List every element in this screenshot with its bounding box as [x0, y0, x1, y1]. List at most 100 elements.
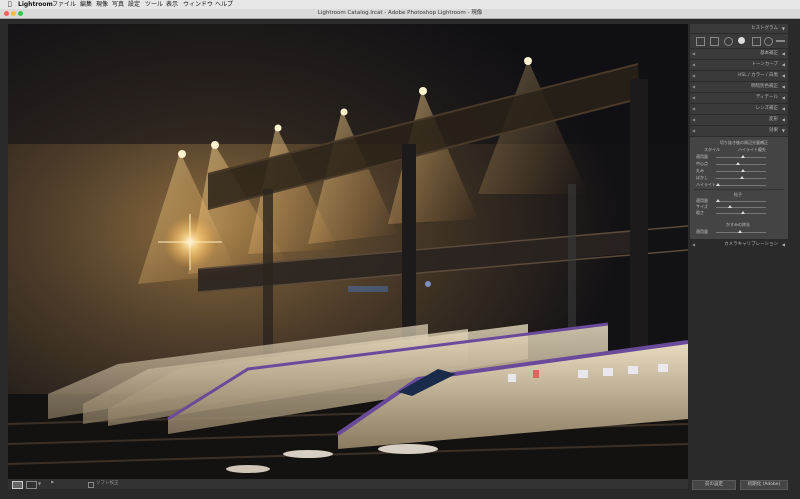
graduated-filter-icon[interactable] — [752, 37, 761, 46]
slider-knob[interactable] — [716, 199, 720, 202]
menu-window[interactable]: ウィンドウ — [183, 0, 213, 9]
menu-settings[interactable]: 設定 — [128, 0, 140, 9]
dropdown-chevron-icon[interactable]: ▼ — [38, 479, 41, 489]
section-effects-label: 効果 — [769, 128, 778, 133]
expand-triangle-icon: ◀ — [692, 117, 696, 122]
slider-knob[interactable] — [741, 155, 745, 158]
apple-icon[interactable]:  — [8, 0, 12, 9]
menu-photo[interactable]: 写真 — [112, 0, 124, 9]
reset-button[interactable]: 初期化 (Adobe) — [740, 480, 788, 490]
section-basic[interactable]: ◀ 基本補正 ◀ — [690, 49, 788, 60]
vignette-highlights-slider[interactable] — [716, 183, 766, 186]
histogram-header[interactable]: ヒストグラム ▼ — [690, 24, 788, 34]
section-lens-corrections[interactable]: ◀ レンズ補正 ◀ — [690, 104, 788, 115]
menu-file[interactable]: ファイル — [52, 0, 76, 9]
photo-image — [8, 24, 688, 479]
section-detail[interactable]: ◀ ディテール ◀ — [690, 93, 788, 104]
vignette-midpoint-slider[interactable] — [716, 162, 766, 165]
collapse-triangle-icon: ◀ — [781, 117, 785, 122]
window-title: Lightroom Catalog.lrcat - Adobe Photosho… — [317, 10, 483, 16]
dehaze-heading: かすみの除去 — [726, 222, 750, 227]
slider-knob[interactable] — [738, 230, 742, 233]
grain-roughness-slider[interactable] — [716, 211, 766, 214]
menu-view[interactable]: 表示 — [166, 0, 178, 9]
vignette-feather-label: ぼかし — [696, 175, 708, 180]
menu-help[interactable]: ヘルプ — [215, 0, 233, 9]
effects-panel-body: 切り抜き後の周辺光量補正 スタイル ハイライト優先 適用量 中心点 丸み ぼかし… — [690, 136, 788, 222]
develop-photo-view[interactable] — [8, 24, 688, 479]
soft-proof-label: ソフト校正 — [96, 481, 119, 486]
bottom-toolbar: ▼ ⚑ ソフト校正 — [8, 479, 688, 489]
section-split-toning-label: 明暗別色補正 — [751, 84, 778, 89]
section-lens-corrections-label: レンズ補正 — [755, 106, 778, 111]
divider — [694, 189, 784, 190]
zoom-window-icon[interactable] — [18, 11, 23, 16]
dehaze-amount-label: 適用量 — [696, 229, 708, 234]
collapse-triangle-icon: ◀ — [781, 62, 785, 67]
section-transform-label: 変形 — [769, 117, 778, 122]
adjustment-brush-icon[interactable] — [776, 40, 785, 42]
close-window-icon[interactable] — [4, 11, 9, 16]
expand-triangle-icon: ◀ — [692, 73, 696, 78]
before-after-icon[interactable] — [26, 481, 37, 489]
red-eye-icon[interactable] — [738, 37, 745, 44]
collapse-triangle-icon: ◀ — [781, 242, 785, 247]
section-camera-calibration[interactable]: ◀ カメラキャリブレーション ◀ — [690, 240, 788, 251]
slider-knob[interactable] — [728, 205, 732, 208]
tool-strip — [690, 34, 788, 49]
lightroom-workspace: ヒストグラム ▼ ◀ 基本補正 ◀ ◀ トーンカーブ ◀ ◀ HSL / カラー… — [0, 19, 800, 499]
spot-removal-icon[interactable] — [724, 37, 733, 46]
grain-size-slider[interactable] — [716, 205, 766, 208]
grid-icon[interactable] — [696, 37, 705, 46]
slider-knob[interactable] — [740, 176, 744, 179]
section-tone-curve-label: トーンカーブ — [751, 62, 778, 67]
collapse-triangle-icon: ◀ — [781, 73, 785, 78]
menu-develop[interactable]: 現像 — [96, 0, 108, 9]
grain-heading: 粒子 — [734, 192, 742, 197]
section-hsl[interactable]: ◀ HSL / カラー / 白黒 ◀ — [690, 71, 788, 82]
collapse-triangle-icon: ▼ — [781, 128, 785, 133]
expand-triangle-icon: ◀ — [692, 62, 696, 67]
vignette-roundness-slider[interactable] — [716, 169, 766, 172]
vignette-roundness-label: 丸み — [696, 168, 704, 173]
menu-edit[interactable]: 編集 — [80, 0, 92, 9]
app-menu[interactable]: Lightroom — [18, 0, 53, 9]
expand-triangle-icon: ◀ — [692, 95, 696, 100]
grain-amount-slider[interactable] — [716, 199, 766, 202]
collapse-triangle-icon: ◀ — [781, 84, 785, 89]
loupe-view-icon[interactable] — [12, 481, 23, 489]
section-detail-label: ディテール — [755, 95, 778, 100]
menu-tools[interactable]: ツール — [145, 0, 163, 9]
expand-triangle-icon: ◀ — [692, 128, 696, 133]
vignette-style-label: スタイル — [704, 147, 720, 152]
crop-icon[interactable] — [710, 37, 719, 46]
vignette-amount-slider[interactable] — [716, 155, 766, 158]
slider-knob[interactable] — [741, 211, 745, 214]
section-transform[interactable]: ◀ 変形 ◀ — [690, 115, 788, 126]
expand-triangle-icon: ◀ — [692, 84, 696, 89]
dehaze-amount-slider[interactable] — [716, 230, 766, 233]
minimize-window-icon[interactable] — [11, 11, 16, 16]
histogram-label: ヒストグラム — [751, 26, 778, 31]
section-tone-curve[interactable]: ◀ トーンカーブ ◀ — [690, 60, 788, 71]
window-titlebar: Lightroom Catalog.lrcat - Adobe Photosho… — [0, 9, 800, 19]
expand-triangle-icon: ◀ — [692, 51, 696, 56]
section-hsl-label: HSL / カラー / 白黒 — [737, 73, 778, 78]
previous-settings-button[interactable]: 前の設定 — [692, 480, 736, 490]
vignette-feather-slider[interactable] — [716, 176, 766, 179]
develop-right-panel: ヒストグラム ▼ ◀ 基本補正 ◀ ◀ トーンカーブ ◀ ◀ HSL / カラー… — [690, 24, 788, 251]
collapse-triangle-icon: ◀ — [781, 51, 785, 56]
section-camera-calibration-label: カメラキャリブレーション — [724, 242, 778, 247]
vignette-style-select[interactable]: ハイライト優先 — [738, 147, 766, 153]
vignette-amount-label: 適用量 — [696, 154, 708, 159]
slider-knob[interactable] — [736, 162, 740, 165]
flag-icon[interactable]: ⚑ — [50, 479, 54, 489]
collapse-triangle-icon: ▼ — [781, 26, 785, 31]
section-split-toning[interactable]: ◀ 明暗別色補正 ◀ — [690, 82, 788, 93]
collapse-triangle-icon: ◀ — [781, 106, 785, 111]
radial-filter-icon[interactable] — [764, 37, 773, 46]
slider-knob[interactable] — [741, 169, 745, 172]
soft-proof-checkbox[interactable] — [88, 482, 94, 488]
expand-triangle-icon: ◀ — [692, 242, 696, 247]
slider-knob[interactable] — [716, 183, 720, 186]
